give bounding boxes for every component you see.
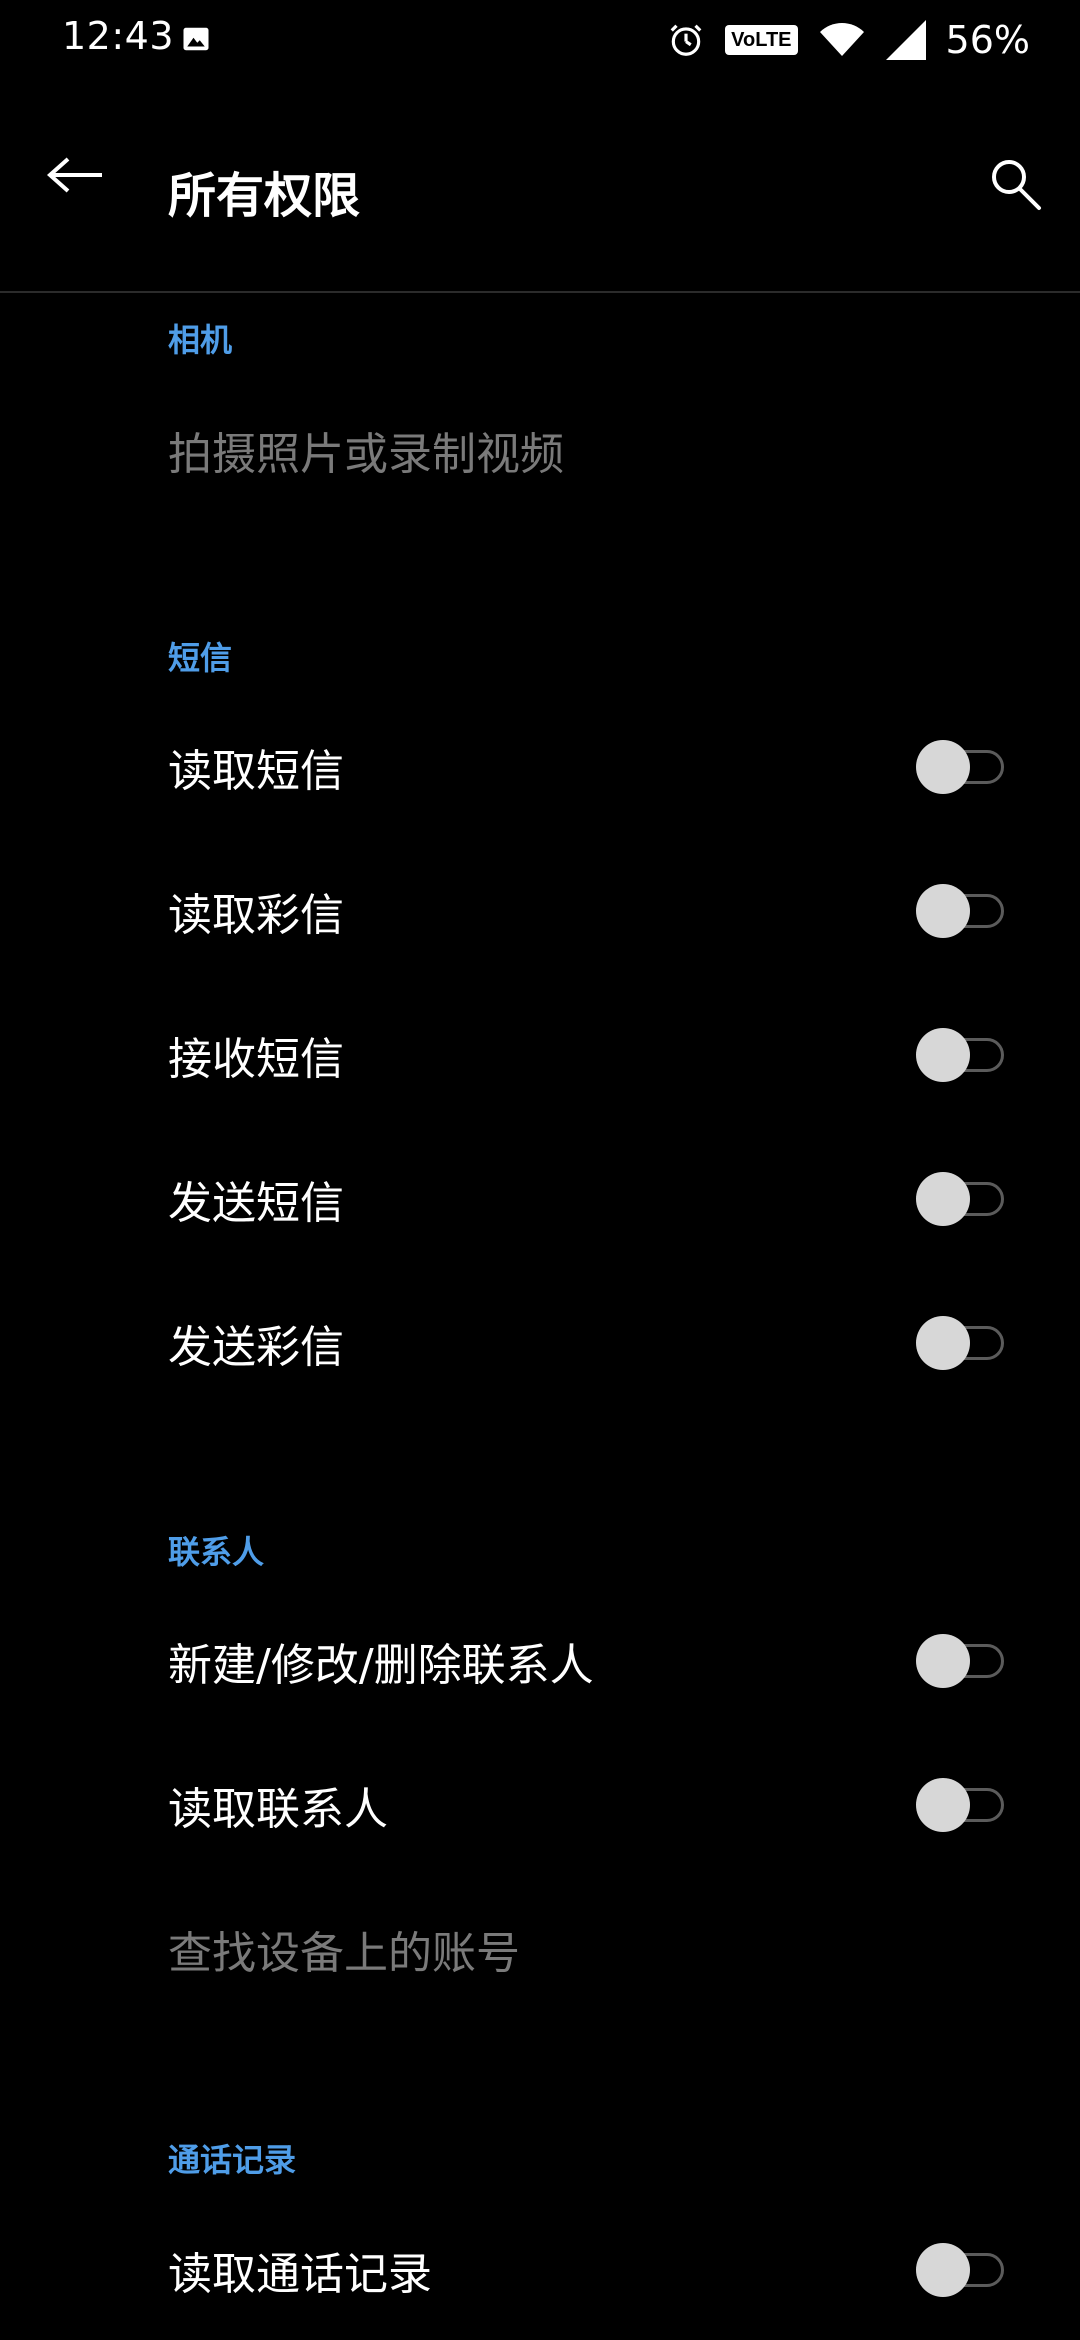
- battery-level: 56%: [945, 18, 1030, 62]
- page-title: 所有权限: [168, 168, 361, 224]
- toggle-thumb: [916, 1172, 970, 1226]
- permission-row-read-sms[interactable]: 读取短信: [0, 697, 1080, 837]
- arrow-left-icon: [46, 157, 102, 193]
- permission-row-modify-contacts[interactable]: 新建/修改/删除联系人: [0, 1591, 1080, 1731]
- search-button[interactable]: [970, 140, 1060, 230]
- permission-row-read-mms[interactable]: 读取彩信: [0, 841, 1080, 981]
- toggle-thumb: [916, 740, 970, 794]
- status-icons: VoLTE 56%: [667, 14, 1030, 66]
- toggle-switch-read-sms[interactable]: [916, 740, 1004, 794]
- signal-icon: [885, 20, 926, 60]
- toggle-thumb: [916, 1316, 970, 1370]
- permission-label: 查找设备上的账号: [168, 1928, 520, 1979]
- permission-row-find-accounts: 查找设备上的账号: [0, 1879, 1080, 2019]
- section-header-call-log: 通话记录: [168, 2141, 297, 2179]
- wifi-icon: [819, 23, 864, 56]
- permission-label: 读取联系人: [168, 1784, 388, 1835]
- permission-label: 发送彩信: [168, 1322, 344, 1373]
- toggle-thumb: [916, 884, 970, 938]
- section-header-contacts: 联系人: [168, 1533, 265, 1571]
- permission-label: 新建/修改/删除联系人: [168, 1640, 594, 1691]
- toggle-switch-read-contacts[interactable]: [916, 1778, 1004, 1832]
- permission-label: 读取彩信: [168, 890, 344, 941]
- permission-label: 拍摄照片或录制视频: [168, 429, 564, 480]
- toggle-switch-send-sms[interactable]: [916, 1172, 1004, 1226]
- toggle-switch-read-call-log[interactable]: [916, 2243, 1004, 2297]
- toggle-switch-send-mms[interactable]: [916, 1316, 1004, 1370]
- toggle-switch-modify-contacts[interactable]: [916, 1634, 1004, 1688]
- section-header-sms: 短信: [168, 639, 233, 677]
- permission-row-send-sms[interactable]: 发送短信: [0, 1129, 1080, 1269]
- permission-row-read-call-log[interactable]: 读取通话记录: [0, 2200, 1080, 2340]
- alarm-icon: [670, 24, 702, 56]
- back-button[interactable]: [30, 130, 120, 220]
- volte-label: VoLTE: [731, 29, 792, 51]
- toggle-thumb: [916, 1028, 970, 1082]
- permission-label: 读取短信: [168, 746, 344, 797]
- search-icon: [992, 160, 1041, 210]
- permission-label: 接收短信: [168, 1034, 344, 1085]
- permission-row-read-contacts[interactable]: 读取联系人: [0, 1735, 1080, 1875]
- permission-label: 读取通话记录: [168, 2249, 432, 2300]
- toggle-switch-read-mms[interactable]: [916, 884, 1004, 938]
- volte-icon: VoLTE: [725, 25, 798, 55]
- app-bar: 所有权限: [0, 80, 1080, 293]
- toggle-thumb: [916, 1778, 970, 1832]
- gallery-icon: [183, 27, 209, 51]
- permission-row-send-mms[interactable]: 发送彩信: [0, 1273, 1080, 1413]
- status-time: 12:43: [62, 14, 175, 58]
- toggle-switch-receive-sms[interactable]: [916, 1028, 1004, 1082]
- permission-row-camera-photo: 拍摄照片或录制视频: [0, 380, 1080, 520]
- permission-row-receive-sms[interactable]: 接收短信: [0, 985, 1080, 1125]
- permission-label: 发送短信: [168, 1178, 344, 1229]
- status-bar: 12:43 VoLTE 56%: [0, 0, 1080, 80]
- toggle-thumb: [916, 1634, 970, 1688]
- toggle-thumb: [916, 2243, 970, 2297]
- section-header-camera: 相机: [168, 321, 233, 359]
